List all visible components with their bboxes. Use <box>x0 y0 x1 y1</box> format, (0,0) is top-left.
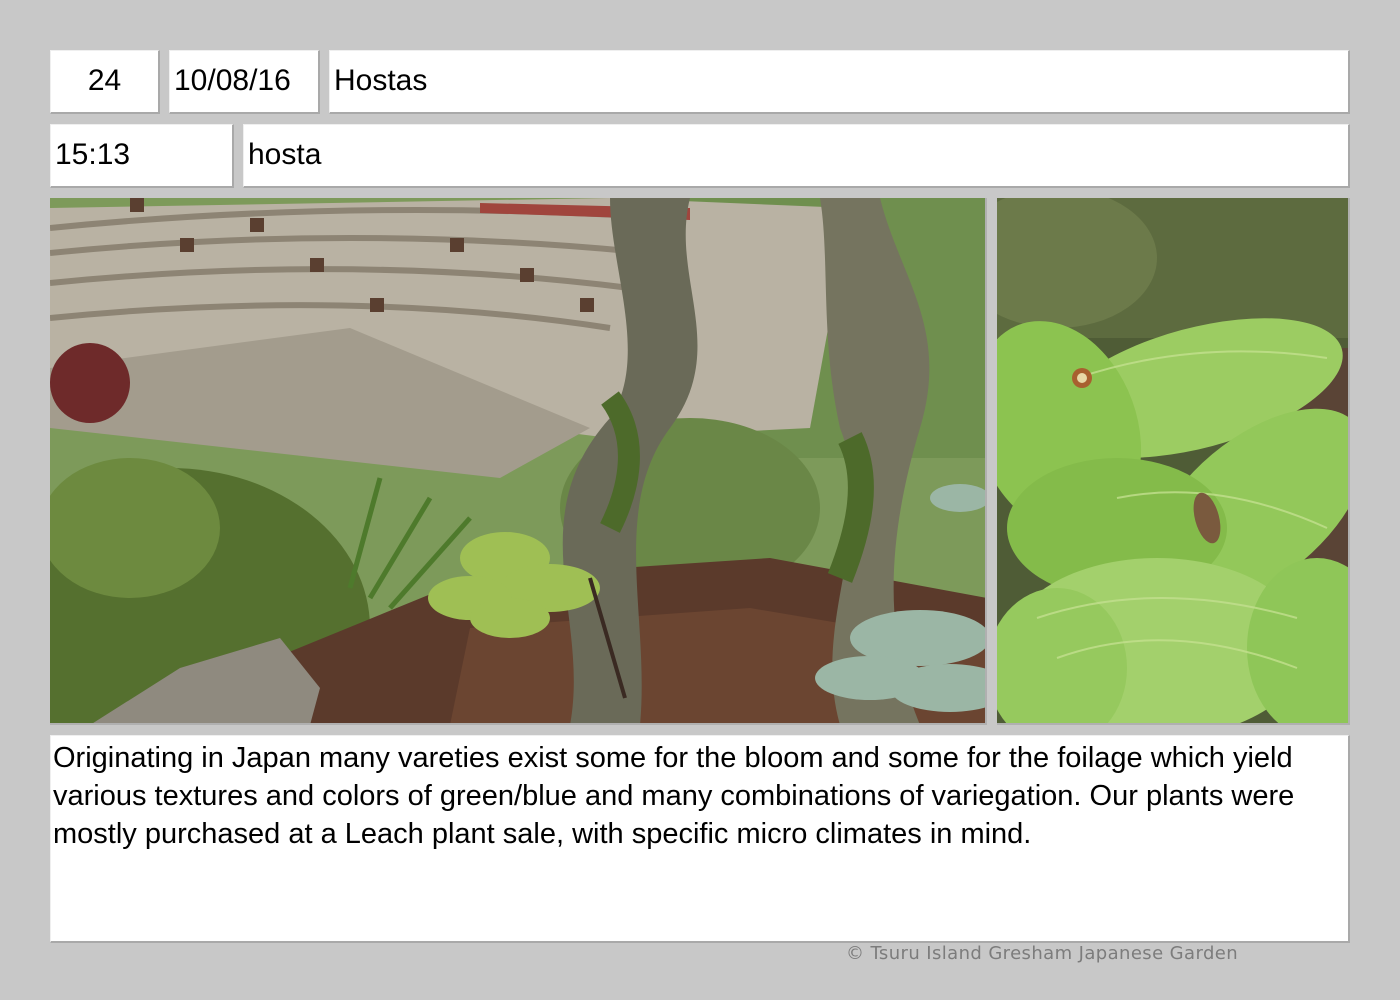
copyright-footer: © Tsuru Island Gresham Japanese Garden <box>846 943 1239 964</box>
entry-number: 24 <box>50 50 160 114</box>
entry-time: 15:13 <box>50 124 234 188</box>
description-text: Originating in Japan many vareties exist… <box>50 735 1350 943</box>
entry-date: 10/08/16 <box>169 50 320 114</box>
entry-title: Hostas <box>329 50 1350 114</box>
garden-bridge-photo <box>50 198 987 725</box>
hosta-leaves-photo <box>997 198 1350 725</box>
entry-subject: hosta <box>243 124 1350 188</box>
